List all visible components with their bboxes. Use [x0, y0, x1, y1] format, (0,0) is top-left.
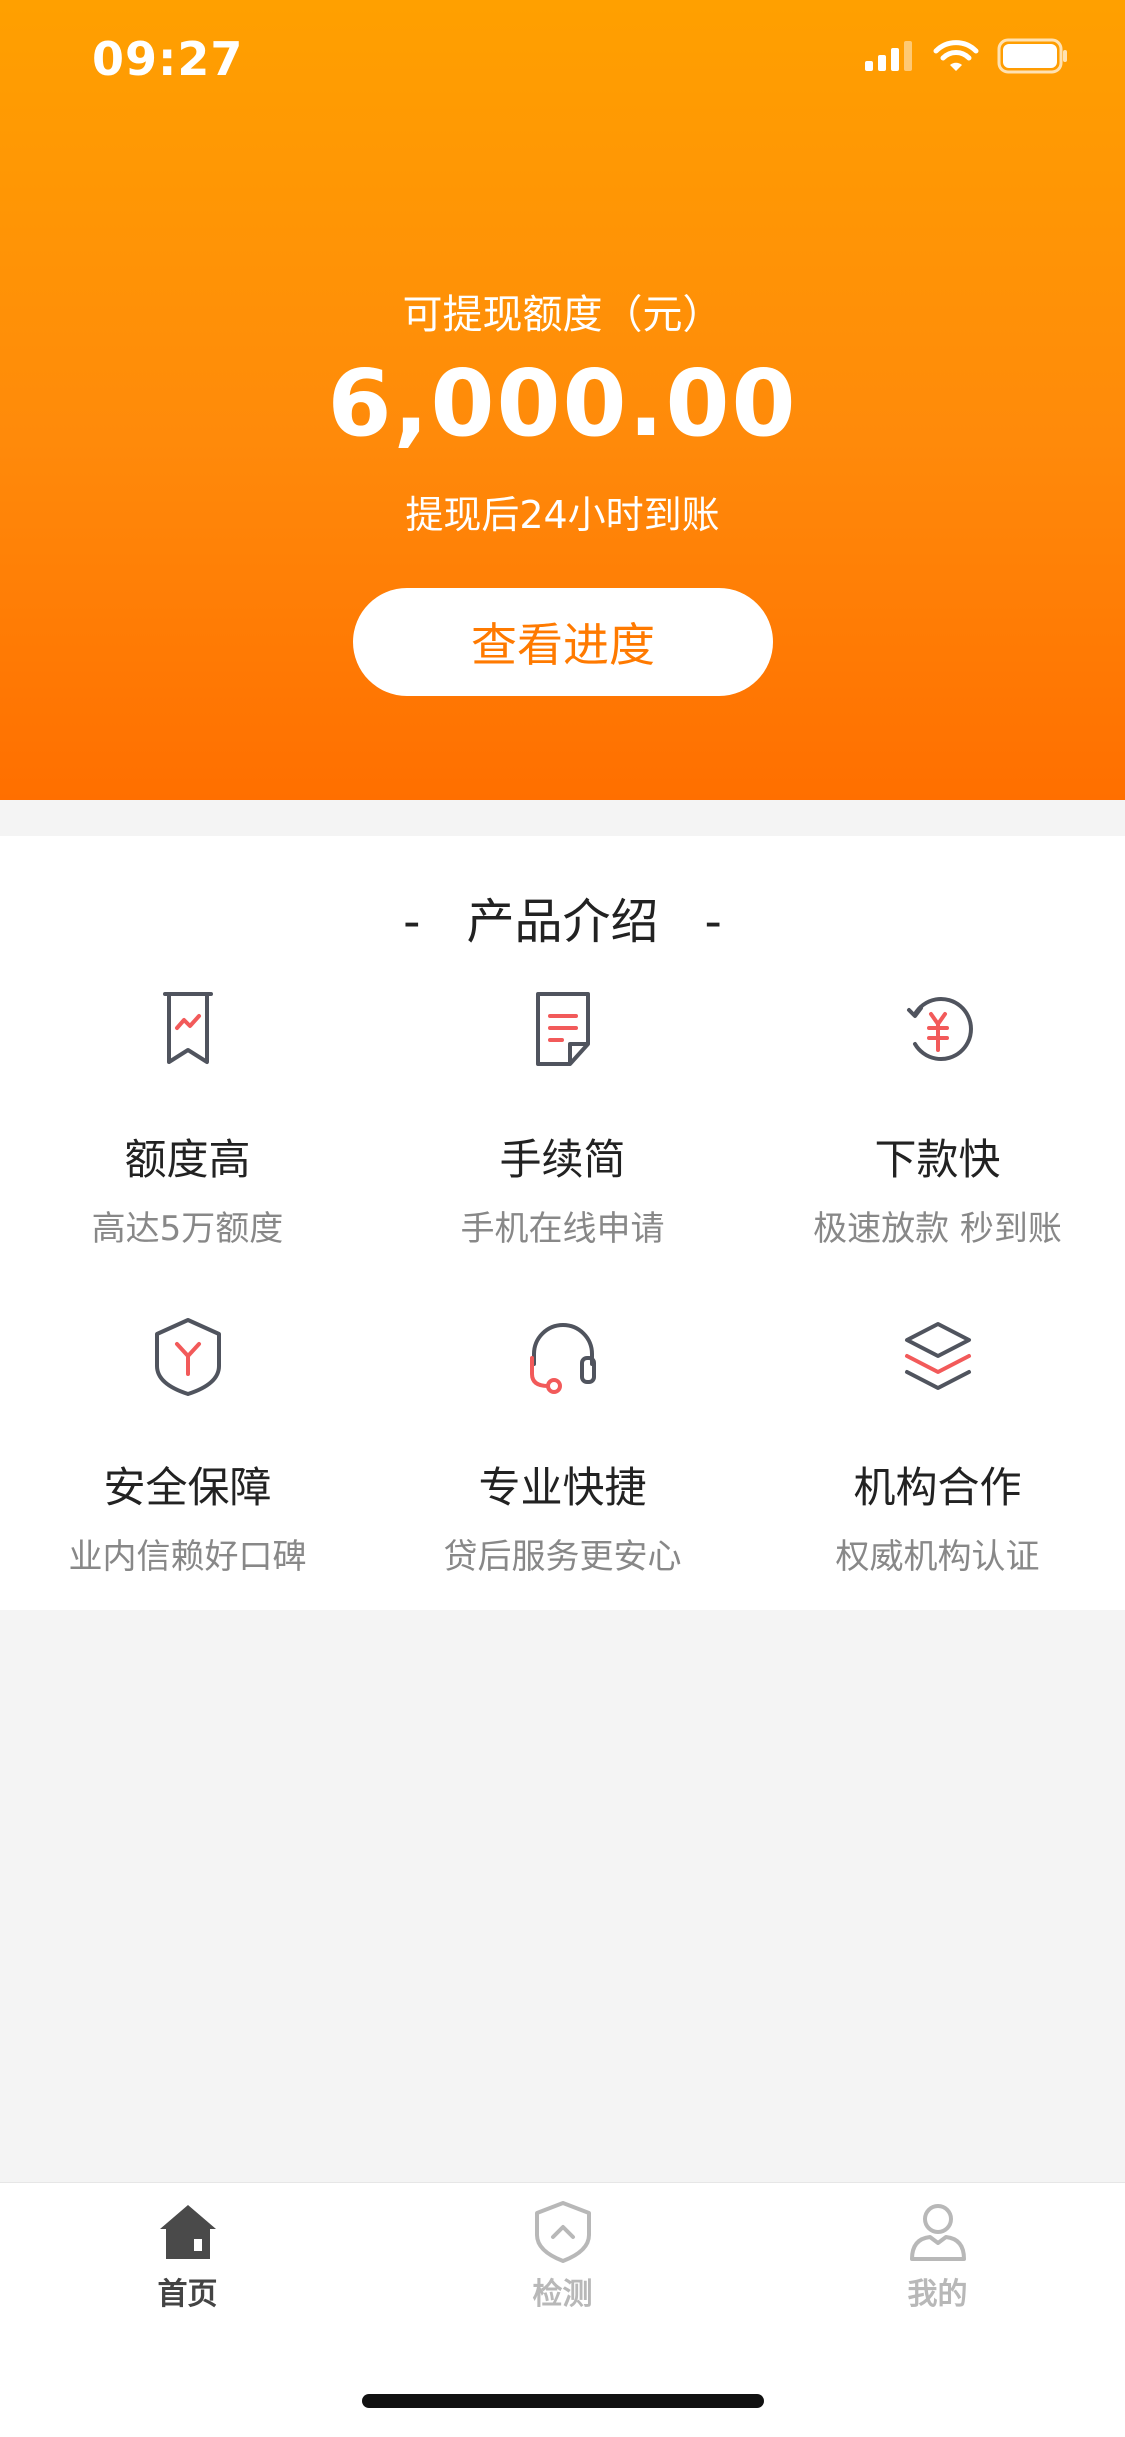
feature-title: 下款快 — [874, 1135, 1001, 1184]
feature-partnership: 机构合作 权威机构认证 — [750, 1314, 1125, 1578]
tab-check[interactable]: 检测 — [375, 2199, 750, 2313]
home-icon — [159, 2205, 216, 2259]
feature-title: 安全保障 — [103, 1463, 272, 1512]
feature-high-limit: 额度高 高达5万额度 — [0, 986, 375, 1250]
feature-fast-loan: 下款快 极速放款 秒到账 — [750, 986, 1125, 1250]
feature-subtitle: 高达5万额度 — [91, 1209, 284, 1249]
tab-label: 首页 — [157, 2277, 218, 2312]
feature-title: 额度高 — [124, 1135, 251, 1184]
feature-title: 专业快捷 — [478, 1463, 647, 1512]
tab-label: 我的 — [907, 2277, 968, 2312]
title-dash-right: - — [704, 894, 722, 950]
shield-icon — [154, 1318, 221, 1396]
layers-icon — [904, 1322, 971, 1390]
user-icon — [909, 2204, 966, 2261]
chart-flag-icon — [162, 992, 213, 1064]
feature-security: 安全保障 业内信赖好口碑 — [0, 1314, 375, 1578]
tab-home[interactable]: 首页 — [0, 2199, 375, 2313]
tab-label: 检测 — [532, 2277, 593, 2312]
product-intro-section: - 产品介绍 - 额度高 高达5万额度 手续简 手机在线申请 下款快 极速放款 秒到… — [0, 836, 1125, 1610]
tab-mine[interactable]: 我的 — [750, 2199, 1125, 2313]
wifi-icon — [933, 40, 979, 71]
feature-professional: 专业快捷 贷后服务更安心 — [375, 1314, 750, 1578]
status-time: 09:27 — [92, 32, 244, 86]
battery-icon — [997, 38, 1067, 74]
feature-title: 机构合作 — [853, 1463, 1022, 1512]
feature-subtitle: 权威机构认证 — [835, 1537, 1040, 1577]
feature-subtitle: 手机在线申请 — [460, 1209, 665, 1249]
view-progress-button[interactable]: 查看进度 — [353, 588, 773, 696]
home-indicator — [362, 2394, 764, 2408]
document-icon — [535, 992, 590, 1066]
withdraw-limit-label: 可提现额度（元） — [402, 292, 723, 338]
shield-check-icon — [534, 2201, 591, 2263]
section-title: - 产品介绍 - — [0, 882, 1125, 952]
section-title-text: 产品介绍 — [466, 894, 659, 950]
feature-title: 手续简 — [499, 1135, 626, 1184]
title-dash-left: - — [403, 894, 421, 950]
feature-subtitle: 业内信赖好口碑 — [68, 1537, 307, 1577]
status-icons — [865, 38, 1069, 74]
hero-banner: 09:27 可提现额度（元） 6,000.00 提现后24小时到账 查看进度 — [0, 0, 1125, 800]
withdraw-amount: 6,000.00 — [327, 350, 798, 457]
feature-subtitle: 极速放款 秒到账 — [813, 1209, 1062, 1249]
arrival-note: 提现后24小时到账 — [405, 493, 720, 537]
headset-icon — [529, 1323, 596, 1394]
feature-simple-process: 手续简 手机在线申请 — [375, 986, 750, 1250]
yen-refresh-icon — [906, 997, 973, 1061]
feature-subtitle: 贷后服务更安心 — [443, 1537, 682, 1577]
signal-icon — [865, 41, 912, 71]
